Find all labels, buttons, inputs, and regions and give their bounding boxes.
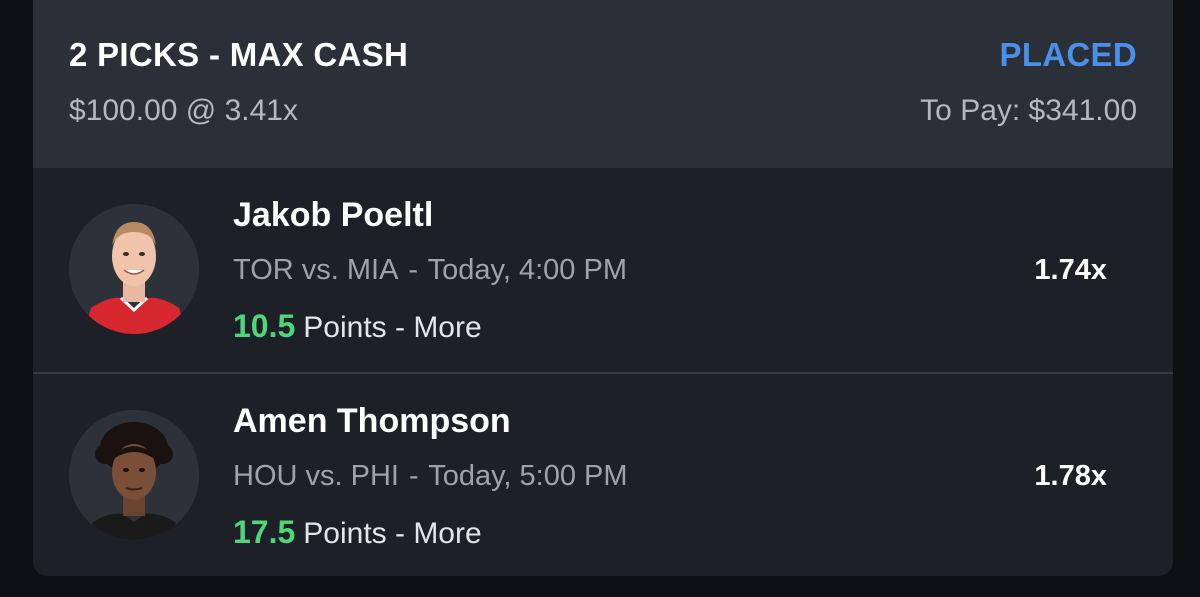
matchup: HOU vs. PHI <box>233 460 399 492</box>
line-value: 17.5 <box>233 514 296 550</box>
entry-card[interactable]: 2 PICKS - MAX CASH PLACED $100.00 @ 3.41… <box>33 0 1173 576</box>
player-headshot-icon <box>69 204 199 334</box>
payout-amount: To Pay: $341.00 <box>920 94 1137 127</box>
separator: - <box>408 460 419 492</box>
game-info: HOU vs. PHI - Today, 5:00 PM <box>233 460 628 493</box>
line-value: 10.5 <box>233 308 296 344</box>
game-time: Today, 4:00 PM <box>427 254 627 286</box>
status-badge: PLACED <box>999 36 1137 73</box>
entry-title: 2 PICKS - MAX CASH <box>69 36 409 73</box>
stake-amount: $100.00 @ 3.41x <box>69 94 298 127</box>
projection: 17.5 Points - More <box>233 514 482 551</box>
pick-row[interactable]: Jakob Poeltl TOR vs. MIA - Today, 4:00 PM… <box>33 168 1173 374</box>
game-info: TOR vs. MIA - Today, 4:00 PM <box>233 254 627 287</box>
stat-type: Points - More <box>303 311 482 344</box>
game-time: Today, 5:00 PM <box>428 460 628 492</box>
player-headshot-icon <box>69 410 199 540</box>
pick-row[interactable]: Amen Thompson HOU vs. PHI - Today, 5:00 P… <box>33 374 1173 576</box>
entry-header: 2 PICKS - MAX CASH PLACED $100.00 @ 3.41… <box>33 0 1173 168</box>
matchup: TOR vs. MIA <box>233 254 399 286</box>
pick-multiplier: 1.78x <box>1034 460 1107 492</box>
pick-multiplier: 1.74x <box>1034 254 1107 286</box>
player-name: Amen Thompson <box>233 402 511 440</box>
separator: - <box>408 254 419 286</box>
projection: 10.5 Points - More <box>233 308 482 345</box>
stat-type: Points - More <box>303 517 482 550</box>
player-name: Jakob Poeltl <box>233 196 434 234</box>
